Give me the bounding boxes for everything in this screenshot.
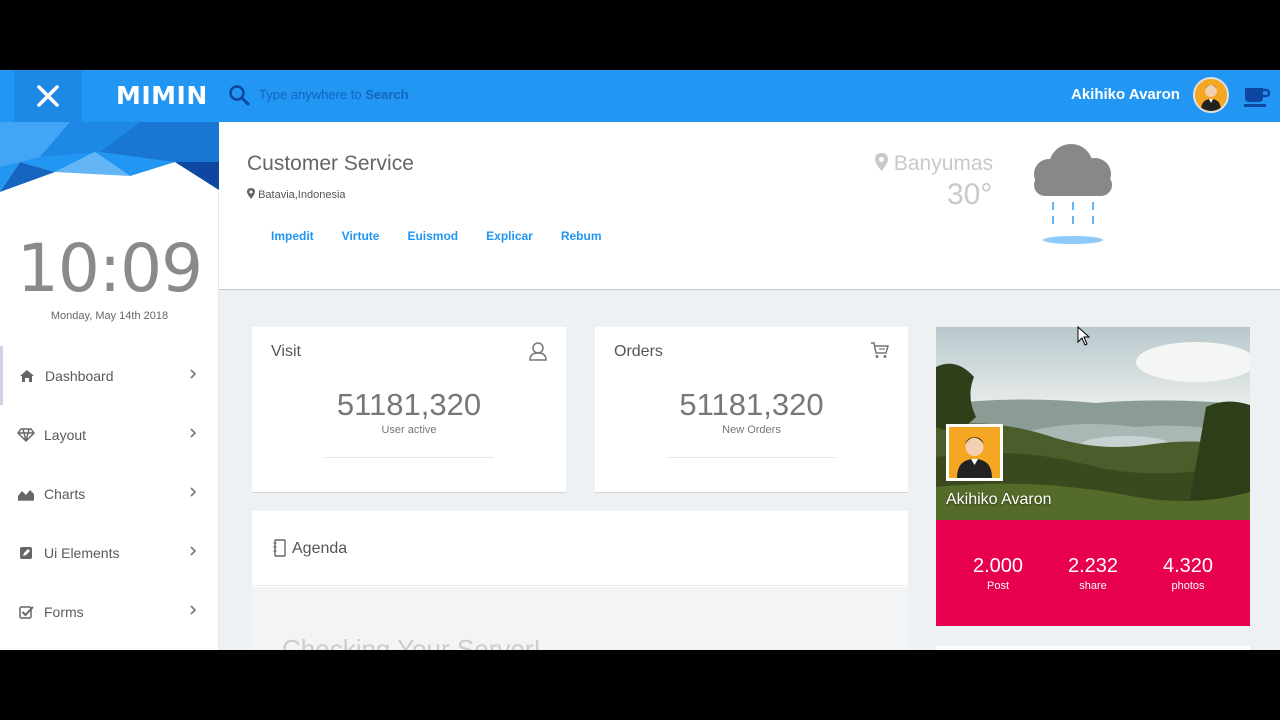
sidebar-item-label: Ui Elements [44,544,120,561]
header-link-euismod[interactable]: Euismod [407,229,458,243]
agenda-panel: Agenda Checking Your Server! [252,511,908,650]
card-value: 51181,320 [679,387,824,422]
card-subtitle: New Orders [722,424,781,436]
user-icon [529,342,547,361]
location-text: Batavia,Indonesia [247,188,346,201]
brand-logo[interactable]: MIMIN [116,81,208,110]
coffee-cup-icon[interactable] [1243,84,1271,108]
sidebar-item-charts[interactable]: Charts [0,464,219,523]
agenda-title: Agenda [292,540,348,557]
header-links: Impedit Virtute Euismod Explicar Rebum [271,229,630,243]
check-square-icon [16,605,36,619]
stat-share: 2.232 share [1043,555,1143,592]
app-window: MIMIN Type anywhere to Search Akihiko Av… [0,70,1280,650]
chevron-right-icon [190,546,197,556]
header-link-virtute[interactable]: Virtute [342,229,380,243]
header-link-rebum[interactable]: Rebum [561,229,602,243]
page-title: Customer Service [247,152,414,175]
profile-card: Akihiko Avaron 2.000 Post 2.232 share 4.… [936,327,1250,626]
user-avatar-icon [1201,85,1221,111]
orders-card: Orders 51181,320 New Orders [595,327,908,493]
weather-temperature: 30° [947,178,993,211]
search-input[interactable] [258,84,758,106]
sidebar-item-dashboard[interactable]: Dashboard [0,346,219,405]
clock-date: Monday, May 14th 2018 [50,310,169,322]
divider [324,457,494,458]
rain-cloud-icon [1034,144,1112,244]
notebook-icon [273,539,286,557]
clock-time: 10:09 [16,230,203,307]
avatar[interactable] [1193,77,1229,113]
header-link-explicar[interactable]: Explicar [486,229,533,243]
map-marker-icon [875,153,888,171]
stat-photos: 4.320 photos [1138,555,1238,592]
home-icon [17,369,37,383]
profile-stats: 2.000 Post 2.232 share 4.320 photos [936,520,1250,626]
sidebar-nav: Dashboard Layout Charts Ui Elements Form… [0,346,219,641]
sidebar-item-label: Forms [44,603,84,620]
stat-label: photos [1171,580,1205,592]
divider [667,457,836,458]
sidebar-item-layout[interactable]: Layout [0,405,219,464]
map-marker-icon [247,188,255,199]
profile-avatar[interactable] [946,424,1003,481]
card-title: Orders [614,343,663,360]
diamond-icon [16,427,36,442]
card-title: Visit [271,343,301,360]
next-card-edge [936,646,1250,650]
card-value: 51181,320 [336,387,482,422]
user-name[interactable]: Akihiko Avaron [1071,86,1180,103]
stat-label: share [1079,580,1107,592]
chevron-right-icon [190,605,197,615]
area-chart-icon [16,487,36,501]
mouse-cursor-icon [1077,326,1091,346]
visit-card: Visit 51181,320 User active [252,327,566,493]
card-subtitle: User active [381,424,437,436]
close-icon [37,85,59,107]
stat-post: 2.000 Post [948,555,1048,592]
chevron-right-icon [190,369,197,379]
top-navbar: MIMIN Type anywhere to Search Akihiko Av… [0,70,1280,122]
search-icon[interactable] [228,84,250,106]
page-header: Customer Service Batavia,Indonesia Imped… [219,122,1280,290]
pencil-square-icon [16,546,36,560]
sidebar-banner-graphic [0,122,219,192]
user-avatar-icon [957,437,992,478]
chevron-right-icon [190,428,197,438]
sidebar-item-forms[interactable]: Forms [0,582,219,641]
sidebar-item-label: Layout [44,426,87,443]
stat-value: 4.320 [1162,555,1214,577]
sidebar-item-label: Dashboard [45,367,114,384]
cart-icon [871,342,889,358]
sidebar-item-ui-elements[interactable]: Ui Elements [0,523,219,582]
agenda-heading: Checking Your Server! [282,634,541,650]
chevron-right-icon [190,487,197,497]
profile-name: Akihiko Avaron [946,491,1052,508]
sidebar: 10:09 Monday, May 14th 2018 Dashboard La… [0,122,219,650]
header-link-impedit[interactable]: Impedit [271,229,314,243]
agenda-header: Agenda [252,511,908,586]
stat-value: 2.000 [972,555,1024,577]
stat-value: 2.232 [1067,555,1119,577]
weather-city: Banyumas [875,152,993,176]
stat-label: Post [986,580,1009,592]
close-sidebar-button[interactable] [14,70,82,122]
agenda-body: Checking Your Server! [252,587,908,650]
sidebar-item-label: Charts [44,485,86,502]
